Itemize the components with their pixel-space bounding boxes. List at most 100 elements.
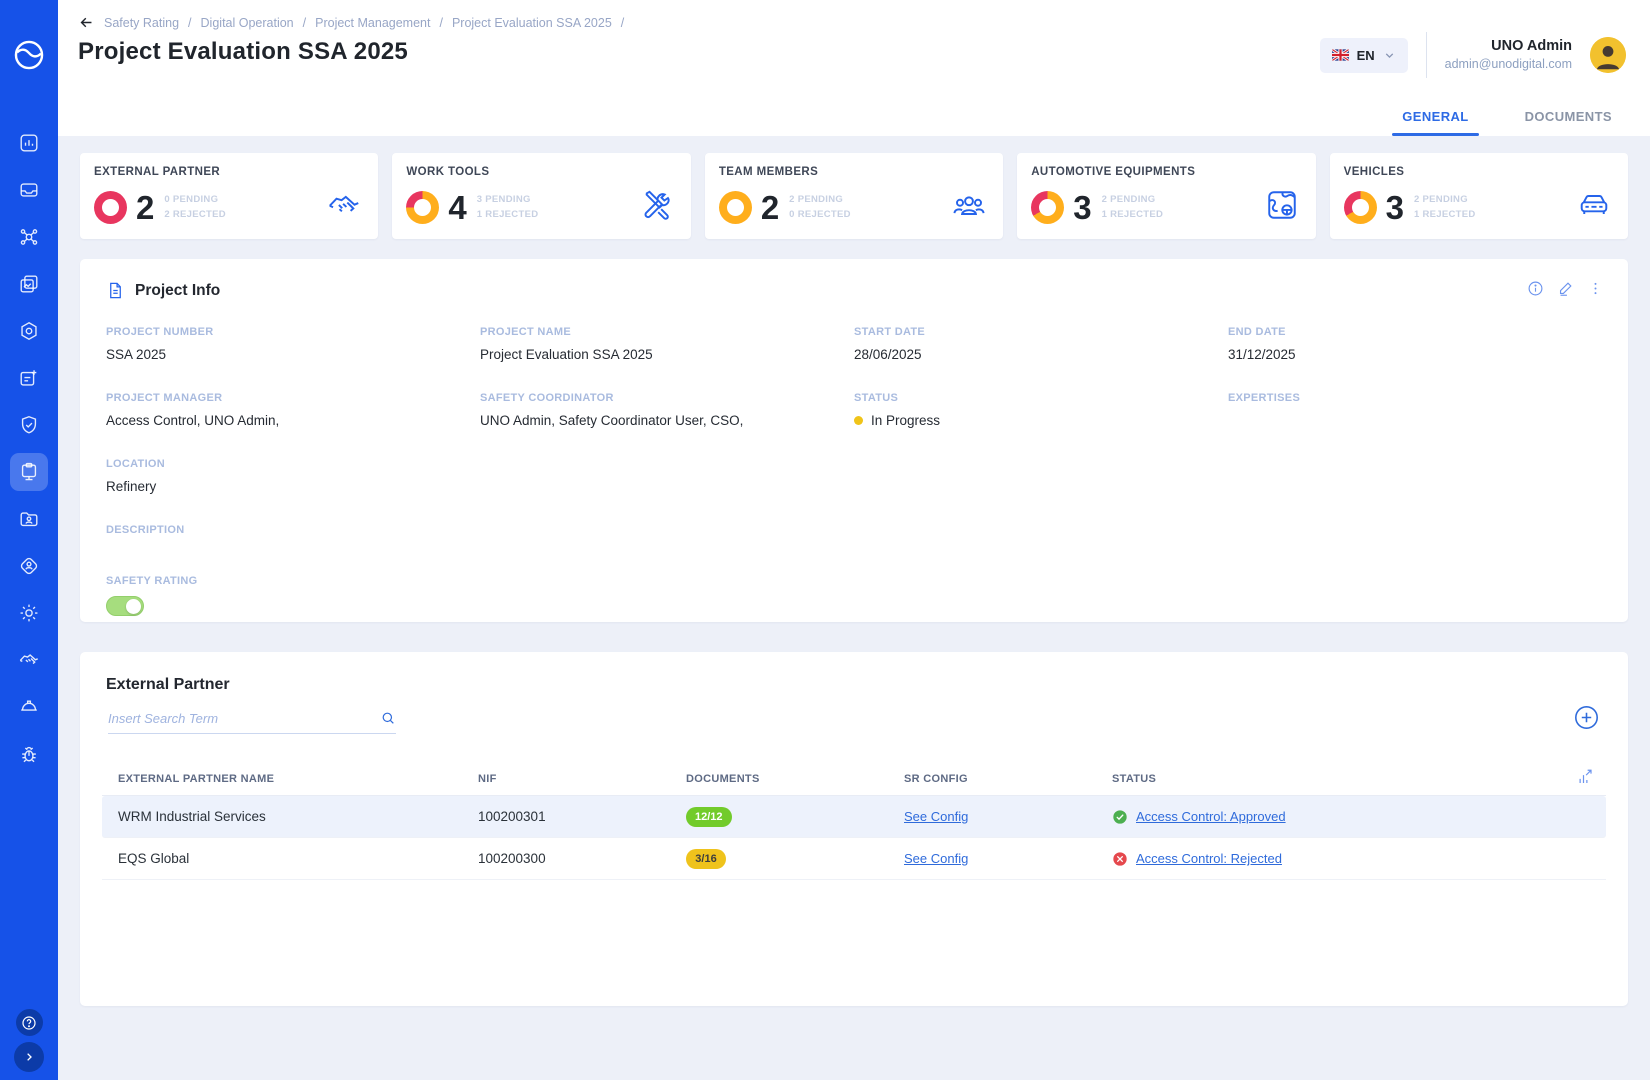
stat-sub-labels: 2 PENDING 1 REJECTED [1102, 193, 1164, 222]
stat-card-automotive-equipments: AUTOMOTIVE EQUIPMENTS 3 2 PENDING 1 REJE… [1017, 153, 1315, 239]
see-config-link[interactable]: See Config [904, 851, 968, 866]
breadcrumb: Safety Rating / Digital Operation / Proj… [78, 14, 624, 31]
stat-sub-labels: 2 PENDING 1 REJECTED [1414, 193, 1476, 222]
stat-card-vehicles: VEHICLES 3 2 PENDING 1 REJECTED [1330, 153, 1628, 239]
see-config-link[interactable]: See Config [904, 809, 968, 824]
add-partner-button[interactable] [1573, 704, 1600, 731]
sidebar-item-config[interactable] [10, 312, 48, 350]
bug-icon [18, 743, 40, 765]
back-arrow-icon[interactable] [78, 14, 95, 31]
stat-card-title: WORK TOOLS [406, 166, 674, 178]
chevron-down-icon [1383, 49, 1396, 62]
col-header-documents: DOCUMENTS [670, 773, 888, 785]
page-header: Safety Rating / Digital Operation / Proj… [58, 0, 1650, 90]
inbox-icon [18, 179, 40, 201]
breadcrumb-item[interactable]: Project Evaluation SSA 2025 [452, 16, 612, 30]
info-icon[interactable] [1527, 280, 1544, 297]
main-area: Safety Rating / Digital Operation / Proj… [58, 0, 1650, 1080]
field-project-manager: PROJECT MANAGER Access Control, UNO Admi… [106, 392, 480, 428]
form-add-icon [18, 367, 40, 389]
breadcrumb-item[interactable]: Digital Operation [201, 16, 294, 30]
search-icon[interactable] [380, 710, 396, 726]
map-icon [1264, 187, 1300, 228]
car-icon [1576, 187, 1612, 228]
status-approved-icon [1112, 809, 1128, 825]
tab-documents[interactable]: DOCUMENTS [1519, 109, 1618, 136]
table-row[interactable]: WRM Industrial Services 100200301 12/12 … [102, 796, 1606, 838]
user-info: UNO Admin admin@unodigital.com [1445, 37, 1572, 73]
sidebar-expand-button[interactable] [14, 1042, 44, 1072]
tab-general[interactable]: GENERAL [1396, 109, 1474, 136]
field-location: LOCATION Refinery [106, 458, 1602, 494]
gear-icon [18, 602, 40, 624]
status-rejected-icon [1112, 851, 1128, 867]
sidebar-item-settings[interactable] [10, 594, 48, 632]
header-divider [1426, 32, 1427, 78]
sidebar-item-projects[interactable] [10, 453, 48, 491]
project-info-title: Project Info [135, 282, 220, 300]
help-button[interactable] [16, 1009, 43, 1036]
network-icon [18, 226, 40, 248]
donut-chart [94, 191, 127, 224]
col-header-name: EXTERNAL PARTNER NAME [102, 773, 462, 785]
table-row[interactable]: EQS Global 100200300 3/16 See Config Acc… [102, 838, 1606, 880]
stat-value: 4 [448, 189, 466, 227]
sidebar-item-hardhat[interactable] [10, 688, 48, 726]
external-partner-panel: External Partner EXTERNAL PARTNER NAME N… [80, 652, 1628, 1006]
sidebar-item-bug[interactable] [10, 735, 48, 773]
handshake-icon [18, 649, 40, 671]
sidebar-item-documents[interactable] [10, 265, 48, 303]
stat-cards-row: EXTERNAL PARTNER 2 0 PENDING 2 REJECTED … [80, 153, 1628, 239]
col-header-nif: NIF [462, 773, 670, 785]
plus-circle-icon [1573, 704, 1600, 731]
breadcrumb-item[interactable]: Safety Rating [104, 16, 179, 30]
user-name: UNO Admin [1445, 37, 1572, 57]
stat-card-title: VEHICLES [1344, 166, 1612, 178]
sidebar-item-inbox[interactable] [10, 171, 48, 209]
field-description: DESCRIPTION [106, 524, 1602, 545]
sidebar-item-user-badge[interactable] [10, 547, 48, 585]
status-value: In Progress [871, 413, 940, 428]
access-control-status-link[interactable]: Access Control: Approved [1136, 809, 1286, 824]
uk-flag-icon [1332, 49, 1349, 61]
sidebar-nav [10, 124, 48, 782]
stat-sub-labels: 3 PENDING 1 REJECTED [477, 193, 539, 222]
chevron-right-icon [21, 1049, 37, 1065]
access-control-status-link[interactable]: Access Control: Rejected [1136, 851, 1282, 866]
app-logo-icon[interactable] [12, 38, 46, 72]
field-project-name: PROJECT NAME Project Evaluation SSA 2025 [480, 326, 854, 362]
stat-value: 2 [136, 189, 154, 227]
search-input[interactable] [108, 711, 380, 726]
documents-badge: 3/16 [686, 849, 726, 869]
stat-value: 3 [1073, 189, 1091, 227]
sidebar-item-network[interactable] [10, 218, 48, 256]
stat-card-external-partner: EXTERNAL PARTNER 2 0 PENDING 2 REJECTED [80, 153, 378, 239]
sidebar-item-form-add[interactable] [10, 359, 48, 397]
search-field [108, 710, 396, 734]
cell-partner-name: WRM Industrial Services [102, 809, 462, 824]
sidebar-item-partners[interactable] [10, 641, 48, 679]
table-stats-icon[interactable] [1576, 768, 1606, 789]
breadcrumb-separator: / [303, 16, 306, 30]
field-start-date: START DATE 28/06/2025 [854, 326, 1228, 362]
stat-card-title: AUTOMOTIVE EQUIPMENTS [1031, 166, 1299, 178]
avatar[interactable] [1590, 37, 1626, 73]
donut-chart [1031, 191, 1064, 224]
breadcrumb-item[interactable]: Project Management [315, 16, 430, 30]
safety-rating-toggle[interactable] [106, 596, 144, 616]
documents-badge: 12/12 [686, 807, 732, 827]
project-info-panel: Project Info PROJECT NUMBER SSA 2025 PRO… [80, 259, 1628, 622]
cell-nif: 100200300 [462, 851, 670, 866]
handshake-icon [326, 187, 362, 228]
user-email: admin@unodigital.com [1445, 56, 1572, 73]
donut-chart [719, 191, 752, 224]
tab-bar: GENERAL DOCUMENTS [58, 90, 1650, 136]
language-selector[interactable]: EN [1320, 38, 1408, 73]
sidebar-item-contacts[interactable] [10, 500, 48, 538]
edit-icon[interactable] [1557, 280, 1574, 297]
sidebar-item-dashboard[interactable] [10, 124, 48, 162]
table-header-row: EXTERNAL PARTNER NAME NIF DOCUMENTS SR C… [102, 762, 1606, 796]
kebab-menu-icon[interactable] [1587, 280, 1604, 297]
sidebar-item-safety[interactable] [10, 406, 48, 444]
donut-chart [1344, 191, 1377, 224]
